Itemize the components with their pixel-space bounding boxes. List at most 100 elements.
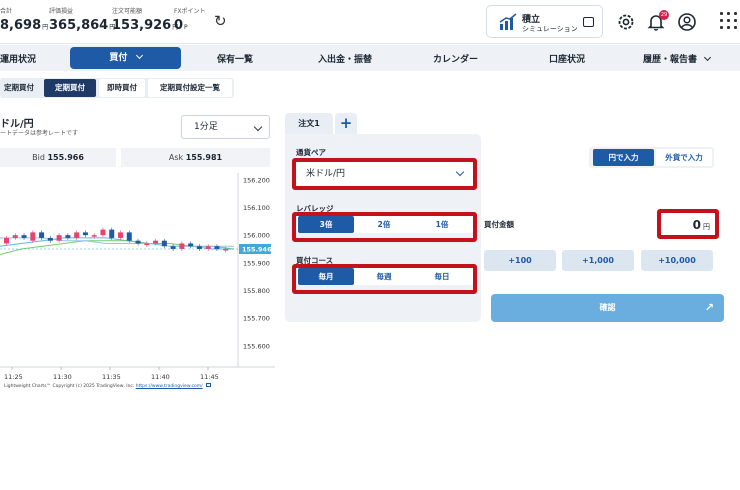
stat-unrealized-pl: 評価損益 365,864円: [49, 8, 116, 33]
time-tick-label: 11:25: [4, 373, 23, 381]
price-tick-label: 156.100: [243, 204, 270, 212]
candle-body: [100, 229, 106, 236]
add-order-tab-button[interactable]: +: [335, 113, 357, 134]
candle-body: [205, 246, 211, 249]
candle-body: [91, 235, 97, 237]
yen-input-button[interactable]: 円で入力: [593, 149, 654, 166]
stat-value: 8,698: [0, 18, 42, 33]
candle-body: [188, 243, 194, 247]
nav-item-history[interactable]: 履歴・報告書: [643, 52, 712, 65]
chevron-down-icon: [455, 167, 465, 177]
input-mode-toggle: 円で入力 外貨で入力: [589, 147, 714, 168]
candle-body: [65, 235, 71, 238]
chart-note: ートデータは参考レートです: [0, 130, 79, 137]
main-nav: 運用状況 買付 保有一覧 入出金・振替 カレンダー 口座状況 履歴・報告書: [0, 45, 740, 71]
leverage-option[interactable]: 3倍: [298, 216, 354, 233]
chevron-down-icon: [253, 122, 263, 132]
add-10000-button[interactable]: +10,000: [641, 250, 713, 271]
course-option[interactable]: 毎日: [414, 268, 470, 285]
candle-body: [21, 235, 27, 238]
notification-badge: 29: [659, 10, 669, 20]
candle-body: [161, 240, 167, 247]
nav-item-buy[interactable]: 買付: [70, 47, 181, 69]
price-tick-label: 155.900: [243, 259, 270, 267]
candle-body: [30, 232, 36, 241]
add-1000-button[interactable]: +1,000: [562, 250, 634, 271]
price-chart[interactable]: 156.200 156.100 156.000 155.900 155.800 155.7…: [0, 173, 275, 393]
candle-body: [118, 232, 123, 238]
subtab-regular-buy-active[interactable]: 定期買付: [44, 79, 96, 97]
arrow-up-right-icon: ↗: [704, 301, 714, 314]
stat-label: 合計: [0, 8, 13, 15]
currency-pair-select[interactable]: 米ドル/円: [296, 162, 473, 186]
price-tick-label: 155.700: [243, 315, 270, 323]
course-option[interactable]: 毎月: [298, 268, 354, 285]
price-tick-label: 155.800: [243, 287, 270, 295]
nav-item-calendar[interactable]: カレンダー: [433, 52, 478, 65]
stat-value: 0: [174, 18, 184, 33]
nav-item-account-status[interactable]: 口座状況: [549, 52, 585, 65]
sim-subtitle: シミュレーション: [522, 25, 578, 33]
refresh-icon[interactable]: ↻: [214, 13, 230, 29]
bar-chart-icon: [499, 13, 517, 30]
chevron-down-icon: [135, 51, 143, 60]
subtab-instant-buy[interactable]: 即時買付: [99, 79, 145, 97]
confirm-button[interactable]: 確認 ↗: [491, 294, 724, 322]
stat-value: 365,864: [49, 18, 109, 33]
candle-body: [153, 240, 159, 244]
subtab-regular-buy[interactable]: 定期買付: [0, 79, 38, 97]
amount-label: 買付金額: [484, 220, 514, 229]
nav-item-transfers[interactable]: 入出金・振替: [318, 52, 372, 65]
timeframe-select[interactable]: 1分足: [181, 115, 270, 139]
leverage-option[interactable]: 1倍: [414, 216, 470, 233]
ask-price: Ask 155.981: [121, 148, 270, 167]
candle-body: [170, 246, 176, 249]
course-segment: 毎月 毎週 毎日: [296, 268, 473, 285]
candle-body: [109, 229, 115, 238]
time-tick-label: 11:45: [200, 373, 219, 381]
buy-subtabs: 定期買付 定期買付 即時買付 定期買付設定一覧: [0, 78, 234, 98]
user-icon[interactable]: [677, 12, 697, 32]
chevron-down-icon: [704, 53, 712, 62]
course-option[interactable]: 毎週: [356, 268, 412, 285]
leverage-segment: 3倍 2倍 1倍: [296, 216, 473, 233]
leverage-option[interactable]: 2倍: [356, 216, 412, 233]
price-tick-label: 156.200: [243, 176, 270, 184]
candle-body: [214, 246, 220, 249]
bid-price: Bid 155.966: [0, 148, 116, 167]
add-100-button[interactable]: +100: [484, 250, 556, 271]
candle-body: [12, 235, 18, 238]
price-tick-label: 156.000: [243, 232, 270, 240]
savings-simulation-button[interactable]: 積立 シミュレーション: [486, 5, 603, 38]
stat-total: 合計 8,698円: [0, 8, 49, 33]
subtab-regular-settings[interactable]: 定期買付設定一覧: [148, 79, 232, 97]
candle-body: [144, 243, 150, 245]
candle-body: [39, 232, 45, 238]
stat-available: 注文可能額 153,926円: [112, 8, 179, 33]
gear-icon[interactable]: [616, 12, 636, 32]
stat-fx-points: FXポイント 0P: [174, 8, 206, 33]
stat-label: 評価損益: [49, 8, 74, 15]
account-summary-bar: 合計 8,698円 評価損益 365,864円 注文可能額 153,926円 F…: [0, 0, 740, 44]
time-tick-label: 11:35: [102, 373, 121, 381]
foreign-input-button[interactable]: 外貨で入力: [656, 149, 712, 166]
apps-grid-icon[interactable]: [720, 12, 738, 30]
candle-body: [82, 232, 88, 236]
external-link-icon: [206, 383, 212, 387]
pair-field-label: 通貨ペア: [296, 148, 326, 157]
candle-body: [196, 246, 202, 249]
candle-body: [56, 235, 62, 241]
stat-value: 153,926: [112, 18, 172, 33]
nav-item-overview[interactable]: 運用状況: [0, 52, 36, 65]
amount-input[interactable]: 0円: [661, 213, 715, 235]
tradingview-link[interactable]: https://www.tradingview.com/: [136, 384, 203, 389]
order-tab-1[interactable]: 注文1: [285, 113, 333, 134]
stat-label: 注文可能額: [112, 8, 143, 15]
time-tick-label: 11:30: [53, 373, 72, 381]
price-tick-label: 155.600: [243, 342, 270, 350]
candle-body: [4, 237, 9, 244]
candle-body: [74, 232, 80, 238]
nav-item-holdings[interactable]: 保有一覧: [217, 52, 253, 65]
current-price-label: 155.946: [242, 246, 272, 254]
candle-body: [179, 243, 185, 249]
